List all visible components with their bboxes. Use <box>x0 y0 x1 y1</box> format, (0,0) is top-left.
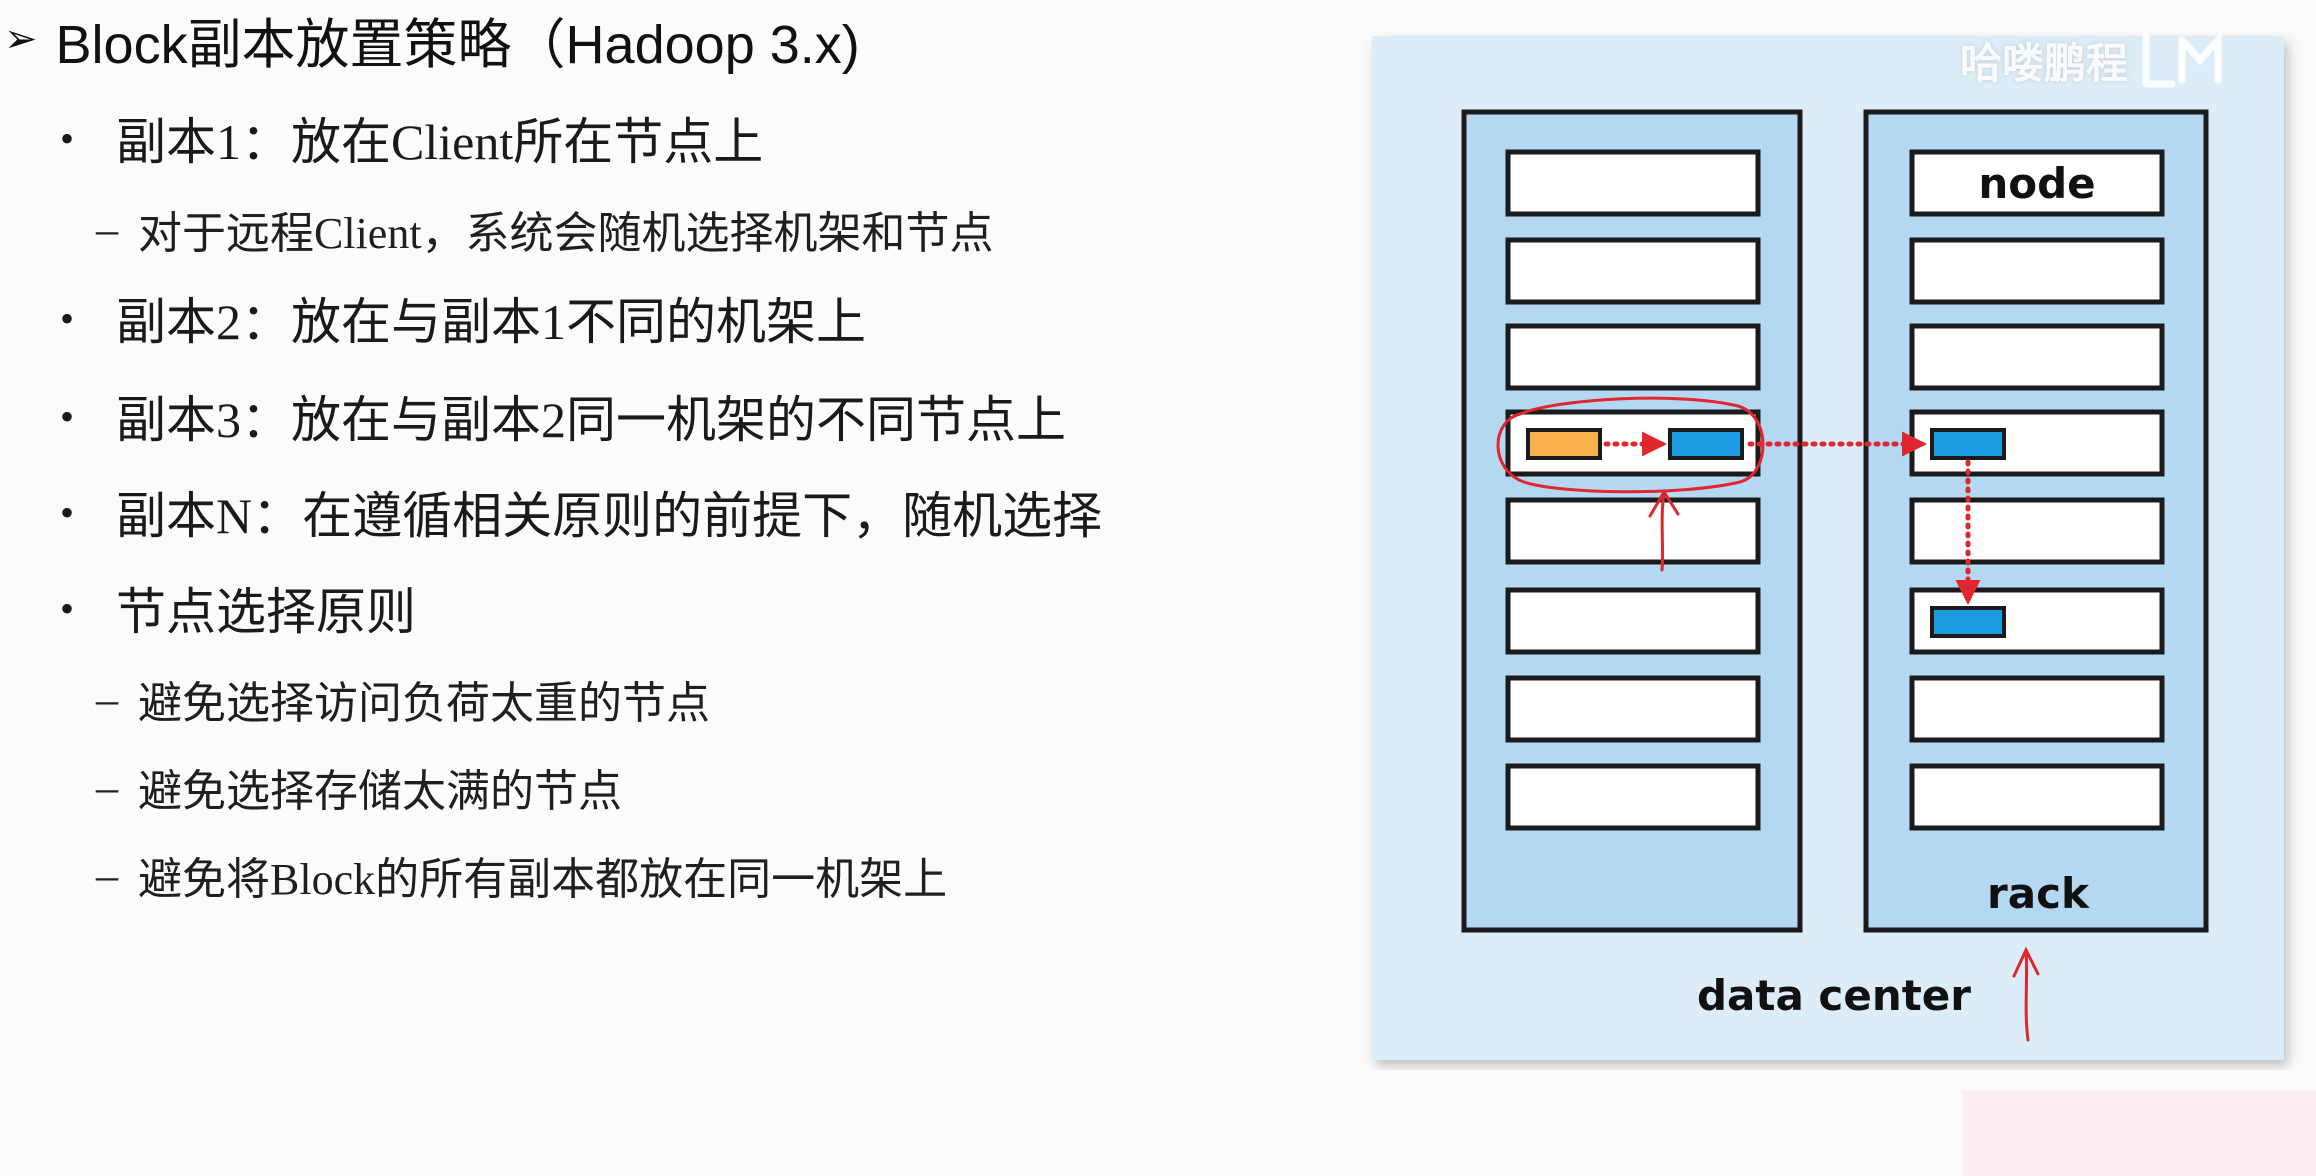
slide-title-text: Block副本放置策略（Hadoop 3.x) <box>55 14 860 75</box>
slide-title: ➢ Block副本放置策略（Hadoop 3.x) <box>4 4 860 75</box>
block-blue-replica-1 <box>1668 428 1744 460</box>
sub-bullet-avoid-full-storage: – 避免选择存储太满的节点 <box>96 758 622 817</box>
sub-bullet-text: 避免选择存储太满的节点 <box>138 767 622 816</box>
sub-bullet-avoid-same-rack: – 避免将Block的所有副本都放在同一机架上 <box>96 846 948 905</box>
bullet-dot-icon: • <box>60 115 75 161</box>
bullet-replica-3: • 副本3：放在与副本2同一机架的不同节点上 <box>60 384 1066 448</box>
bullet-dot-icon: • <box>60 393 75 439</box>
node-box <box>1909 497 2165 565</box>
bullet-text: 副本3：放在与副本2同一机架的不同节点上 <box>116 392 1066 448</box>
sub-bullet-text: 避免选择访问负荷太重的节点 <box>138 679 710 728</box>
node-box <box>1909 237 2165 305</box>
bullet-dot-icon: • <box>60 585 75 631</box>
bullet-text: 副本N：在遵循相关原则的前提下，随机选择 <box>116 488 1103 544</box>
rack-label: rack <box>1987 869 2090 918</box>
node-box <box>1505 675 1761 743</box>
watermark-logo-icon <box>2138 30 2228 90</box>
node-box <box>1505 497 1761 565</box>
bullet-text: 节点选择原则 <box>116 584 416 640</box>
node-box <box>1505 237 1761 305</box>
dash-icon: – <box>96 204 118 254</box>
bullet-replica-n: • 副本N：在遵循相关原则的前提下，随机选择 <box>60 480 1102 544</box>
datacenter-label: data center <box>1697 971 1971 1020</box>
node-box <box>1505 763 1761 831</box>
bullet-text: 副本2：放在与副本1不同的机架上 <box>116 294 866 350</box>
sub-bullet-text: 对于远程Client，系统会随机选择机架和节点 <box>138 209 994 258</box>
bullet-replica-1: • 副本1：放在Client所在节点上 <box>60 106 763 170</box>
bullet-dot-icon: • <box>60 295 75 341</box>
sub-bullet-remote-client: – 对于远程Client，系统会随机选择机架和节点 <box>96 200 994 259</box>
node-box <box>1909 675 2165 743</box>
watermark-text: 哈喽鹏程 <box>1960 38 2129 88</box>
arrow-bullet-icon: ➢ <box>4 17 38 61</box>
block-orange-source <box>1526 428 1602 460</box>
block-blue-replica-3 <box>1930 606 2006 638</box>
slide: ➢ Block副本放置策略（Hadoop 3.x) • 副本1：放在Client… <box>0 0 2316 1176</box>
datacenter-diagram: node rack data center <box>1372 36 2284 1060</box>
bullet-node-selection: • 节点选择原则 <box>60 576 416 640</box>
sub-bullet-avoid-heavy-load: – 避免选择访问负荷太重的节点 <box>96 670 710 729</box>
dash-icon: – <box>96 762 118 812</box>
node-box <box>1505 323 1761 391</box>
bullet-replica-2: • 副本2：放在与副本1不同的机架上 <box>60 286 866 350</box>
bullet-text: 副本1：放在Client所在节点上 <box>116 114 764 170</box>
bullet-dot-icon: • <box>60 489 75 535</box>
node-box <box>1909 323 2165 391</box>
watermark: 哈喽鹏程 <box>1960 30 2228 90</box>
node-box <box>1505 149 1761 217</box>
block-blue-replica-2 <box>1930 428 2006 460</box>
node-box <box>1909 763 2165 831</box>
node-label: node <box>1978 159 2095 208</box>
node-box <box>1505 587 1761 655</box>
sub-bullet-text: 避免将Block的所有副本都放在同一机架上 <box>138 855 948 904</box>
corner-highlight-block <box>1962 1090 2316 1176</box>
dash-icon: – <box>96 850 118 900</box>
dash-icon: – <box>96 674 118 724</box>
